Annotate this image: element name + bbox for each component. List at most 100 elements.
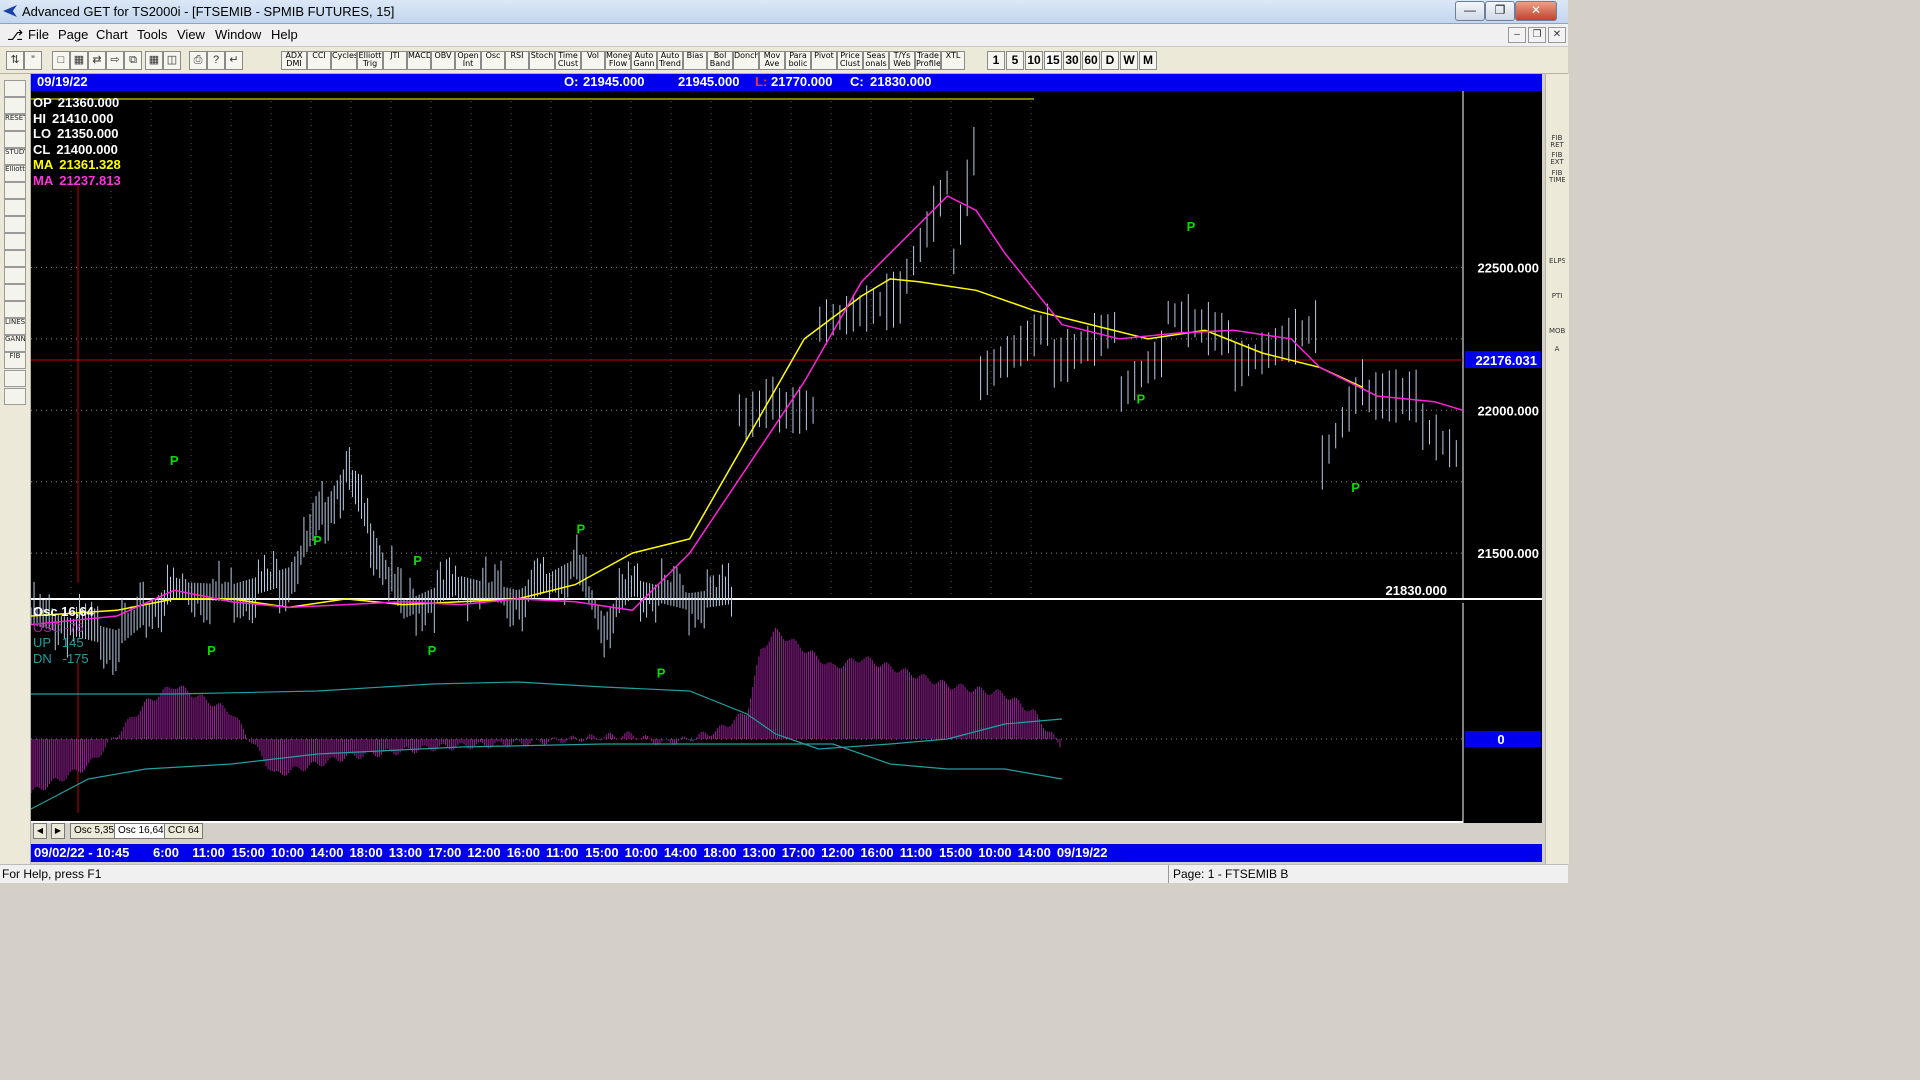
- left-tool-1[interactable]: [4, 97, 26, 114]
- right-tool-1[interactable]: [1549, 100, 1565, 115]
- right-tool-6[interactable]: [1549, 188, 1565, 203]
- study-button-auto-trend[interactable]: Auto Trend: [657, 51, 683, 70]
- left-tool-5[interactable]: Elliott: [4, 165, 26, 182]
- study-button-seas-onals[interactable]: Seas onals: [863, 51, 889, 70]
- study-button-macd[interactable]: MACD: [407, 51, 431, 70]
- interval-button-30[interactable]: 30: [1063, 51, 1081, 70]
- mdi-close-button[interactable]: ✕: [1548, 27, 1566, 43]
- tab-scroll-right-icon[interactable]: ▶: [51, 823, 65, 839]
- study-button-stoch[interactable]: Stoch: [529, 51, 555, 70]
- tab-osc-16-64[interactable]: Osc 16,64: [114, 823, 168, 839]
- study-button-mov-ave[interactable]: Mov Ave: [759, 51, 785, 70]
- study-button-obv[interactable]: OBV: [431, 51, 455, 70]
- left-tool-17[interactable]: [4, 370, 26, 387]
- maximize-button[interactable]: ❐: [1485, 1, 1515, 21]
- interval-button-1[interactable]: 1: [987, 51, 1005, 70]
- right-tool-7[interactable]: [1549, 205, 1565, 220]
- menu-window[interactable]: Window: [215, 27, 261, 42]
- study-button-auto-gann[interactable]: Auto Gann: [631, 51, 657, 70]
- tab-osc-5-35[interactable]: Osc 5,35: [70, 823, 119, 839]
- context-help-icon[interactable]: ↵: [225, 51, 243, 70]
- left-tool-16[interactable]: FIB: [4, 352, 26, 369]
- right-tool-13[interactable]: [1549, 311, 1565, 326]
- help-icon[interactable]: ?: [207, 51, 225, 70]
- menu-help[interactable]: Help: [271, 27, 298, 42]
- tab-scroll-left-icon[interactable]: ◀: [33, 823, 47, 839]
- study-button-osc[interactable]: Osc: [481, 51, 505, 70]
- interval-button-15[interactable]: 15: [1044, 51, 1062, 70]
- study-button-elliott-trig[interactable]: Elliott Trig: [357, 51, 383, 70]
- interval-button-5[interactable]: 5: [1006, 51, 1024, 70]
- left-tool-13[interactable]: [4, 301, 26, 318]
- study-button-bias[interactable]: Bias: [683, 51, 707, 70]
- interval-button-m[interactable]: M: [1139, 51, 1157, 70]
- study-button-price-clust[interactable]: Price Clust: [837, 51, 863, 70]
- study-button-cci[interactable]: CCI: [307, 51, 331, 70]
- grid-icon[interactable]: ▦: [145, 51, 163, 70]
- menu-view[interactable]: View: [177, 27, 205, 42]
- left-tool-2[interactable]: RESET: [4, 114, 26, 131]
- open-icon[interactable]: ▦: [70, 51, 88, 70]
- study-button-time-clust[interactable]: Time Clust: [555, 51, 581, 70]
- study-button-vol[interactable]: Vol: [581, 51, 605, 70]
- chart-canvas[interactable]: 22500.000 22000.000 21500.000 22176.031 2183…: [31, 91, 1542, 823]
- right-tool-10[interactable]: ELPS: [1549, 258, 1565, 273]
- left-tool-14[interactable]: LINES: [4, 318, 26, 335]
- left-tool-9[interactable]: [4, 233, 26, 250]
- interval-button-10[interactable]: 10: [1025, 51, 1043, 70]
- left-tool-4[interactable]: STUDY: [4, 148, 26, 165]
- mdi-restore-button[interactable]: ❐: [1528, 27, 1546, 43]
- study-button-t-ys-web[interactable]: T/Ys Web: [889, 51, 915, 70]
- right-tool-4[interactable]: FIB EXT: [1549, 152, 1565, 167]
- study-button-money-flow[interactable]: Money Flow: [605, 51, 631, 70]
- tab-cci-64[interactable]: CCI 64: [164, 823, 204, 839]
- menu-file[interactable]: File: [28, 27, 49, 42]
- copy-icon[interactable]: ⧉: [124, 51, 142, 70]
- quote-icon[interactable]: ”: [24, 51, 42, 70]
- left-tool-8[interactable]: [4, 216, 26, 233]
- print-icon[interactable]: ⎙: [189, 51, 207, 70]
- study-button-para-bolic[interactable]: Para bolic: [785, 51, 811, 70]
- menu-tools[interactable]: Tools: [137, 27, 167, 42]
- right-tool-9[interactable]: [1549, 240, 1565, 255]
- interval-button-w[interactable]: W: [1120, 51, 1138, 70]
- study-button-bol-band[interactable]: Bol Band: [707, 51, 733, 70]
- study-button-pivot[interactable]: Pivot: [811, 51, 837, 70]
- right-tool-18[interactable]: [1549, 399, 1565, 414]
- study-button-adx-dmi[interactable]: ADX DMI: [281, 51, 307, 70]
- right-tool-15[interactable]: A: [1549, 346, 1565, 361]
- left-tool-12[interactable]: [4, 284, 26, 301]
- study-button-cycles[interactable]: Cycles: [331, 51, 357, 70]
- left-tool-7[interactable]: [4, 199, 26, 216]
- interval-button-60[interactable]: 60: [1082, 51, 1100, 70]
- left-tool-11[interactable]: [4, 267, 26, 284]
- pointer-icon[interactable]: ⇅: [6, 51, 24, 70]
- study-button-rsi[interactable]: RSI: [505, 51, 529, 70]
- right-tool-16[interactable]: [1549, 364, 1565, 379]
- right-tool-0[interactable]: [1549, 82, 1565, 97]
- right-tool-12[interactable]: PTI: [1549, 293, 1565, 308]
- left-tool-0[interactable]: [4, 80, 26, 97]
- study-button-trade-profile[interactable]: Trade Profile: [915, 51, 941, 70]
- left-tool-3[interactable]: [4, 131, 26, 148]
- new-icon[interactable]: □: [52, 51, 70, 70]
- close-button[interactable]: ✕: [1515, 1, 1557, 21]
- right-tool-14[interactable]: MOB: [1549, 328, 1565, 343]
- left-tool-15[interactable]: GANN: [4, 335, 26, 352]
- right-tool-3[interactable]: FIB RET: [1549, 135, 1565, 150]
- right-tool-2[interactable]: [1549, 117, 1565, 132]
- forward-icon[interactable]: ⇨: [106, 51, 124, 70]
- layout-icon[interactable]: ◫: [163, 51, 181, 70]
- interval-button-d[interactable]: D: [1101, 51, 1119, 70]
- study-button-donch[interactable]: Donch: [733, 51, 759, 70]
- right-tool-17[interactable]: [1549, 381, 1565, 396]
- left-tool-18[interactable]: [4, 388, 26, 405]
- right-tool-5[interactable]: FIB TIME: [1549, 170, 1565, 185]
- left-tool-10[interactable]: [4, 250, 26, 267]
- study-button-jti[interactable]: JTI: [383, 51, 407, 70]
- right-tool-11[interactable]: [1549, 276, 1565, 291]
- study-button-xtl[interactable]: XTL: [941, 51, 965, 70]
- right-tool-19[interactable]: [1549, 416, 1565, 431]
- refresh-icon[interactable]: ⇄: [88, 51, 106, 70]
- minimize-button[interactable]: —: [1455, 1, 1485, 21]
